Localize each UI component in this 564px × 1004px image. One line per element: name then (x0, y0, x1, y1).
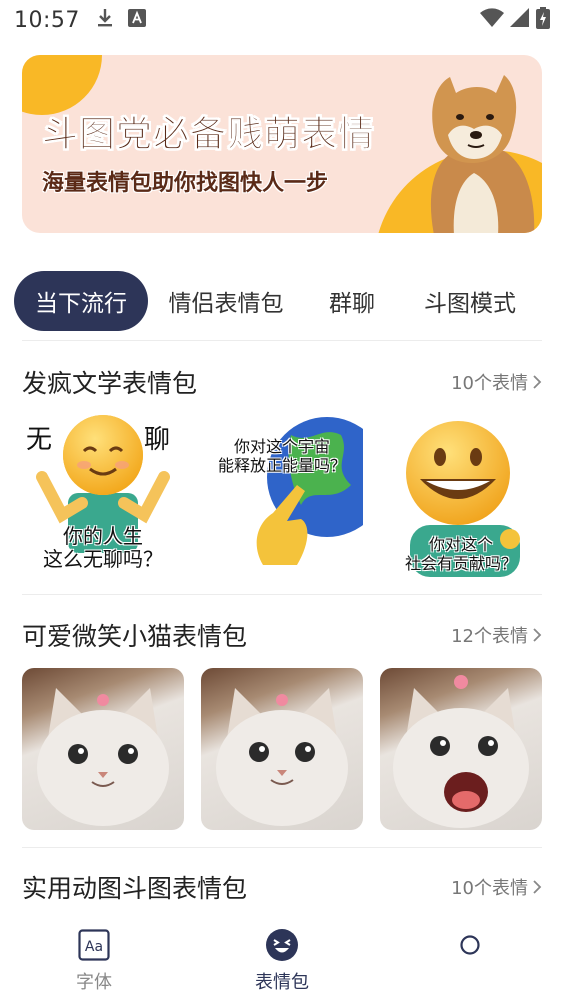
status-bar: 10:57 (0, 0, 564, 40)
signal-icon (510, 8, 530, 32)
battery-charging-icon (536, 7, 550, 33)
bottom-nav: Aa 字体 表情包 (0, 916, 564, 1004)
nav-label: 字体 (76, 972, 112, 993)
sticker-row (22, 668, 542, 830)
sticker-item[interactable] (22, 668, 184, 830)
sticker-caption: 无 (26, 425, 53, 455)
section-header: 发疯文学表情包 10个表情 (22, 362, 542, 402)
sticker-item[interactable]: 你对这个 社会有贡献吗？ (380, 415, 542, 577)
download-icon (96, 7, 114, 33)
sticker-item[interactable] (201, 668, 363, 830)
nav-item-fonts[interactable]: Aa 字体 (0, 916, 188, 1004)
sticker-item[interactable] (380, 668, 542, 830)
section-header: 实用动图斗图表情包 10个表情 (22, 867, 542, 907)
chevron-right-icon (533, 375, 542, 389)
emoji-face-icon (265, 928, 299, 962)
promo-banner[interactable]: 斗图党必备贱萌表情 海量表情包助你找图快人一步 (22, 55, 542, 233)
sticker-count: 10个表情 (451, 373, 528, 394)
svg-text:Aa: Aa (85, 939, 103, 955)
sticker-caption: 你对这个 社会有贡献吗？ (404, 535, 517, 573)
section-title: 实用动图斗图表情包 (22, 874, 248, 903)
shiba-dog-image (430, 75, 535, 233)
sticker-caption: 你的人生 这么无聊吗？ (43, 524, 163, 571)
divider (22, 340, 542, 341)
tab-couples[interactable]: 情侣表情包 (148, 271, 304, 331)
banner-title: 斗图党必备贱萌表情 (42, 114, 376, 156)
section-more-link[interactable]: 10个表情 (451, 369, 542, 395)
status-time: 10:57 (14, 7, 80, 33)
font-aa-icon: Aa (77, 928, 111, 962)
chevron-right-icon (533, 880, 542, 894)
text-a-icon (127, 9, 146, 31)
section-title: 发疯文学表情包 (22, 369, 198, 398)
chevron-right-icon (533, 628, 542, 642)
category-tabs: 当下流行 情侣表情包 群聊 斗图模式 (14, 270, 550, 332)
section-more-link[interactable]: 10个表情 (451, 874, 542, 900)
laughing-cat-image (393, 675, 529, 828)
tab-trending[interactable]: 当下流行 (14, 271, 148, 331)
divider (22, 594, 542, 595)
sticker-item[interactable]: 你对这个宇宙 能释放正能量吗？ (201, 415, 363, 577)
nav-label: 表情包 (255, 972, 309, 993)
circle-icon (453, 928, 487, 962)
nav-item-profile[interactable] (376, 916, 564, 1004)
nav-item-stickers[interactable]: 表情包 (188, 916, 376, 1004)
sticker-caption: 你对这个宇宙 能释放正能量吗？ (217, 437, 346, 475)
divider (22, 847, 542, 848)
sticker-row: 无 聊 你的人生 这么无聊吗？ 你对这个宇宙 能释放正能量吗？ 你对这个 社会有… (22, 415, 542, 577)
sticker-caption: 聊 (144, 425, 171, 455)
wifi-icon (480, 8, 504, 32)
sticker-count: 12个表情 (451, 626, 528, 647)
smiling-cat-image (216, 688, 348, 826)
tab-meme-battle[interactable]: 斗图模式 (400, 271, 540, 331)
sticker-count: 10个表情 (451, 878, 528, 899)
section-title: 可爱微笑小猫表情包 (22, 622, 248, 651)
smiling-cat-image (37, 688, 169, 826)
section-more-link[interactable]: 12个表情 (451, 622, 542, 648)
sticker-item[interactable]: 无 聊 你的人生 这么无聊吗？ (22, 415, 184, 577)
tab-group-chat[interactable]: 群聊 (304, 271, 400, 331)
section-header: 可爱微笑小猫表情包 12个表情 (22, 615, 542, 655)
banner-subtitle: 海量表情包助你找图快人一步 (42, 171, 329, 196)
